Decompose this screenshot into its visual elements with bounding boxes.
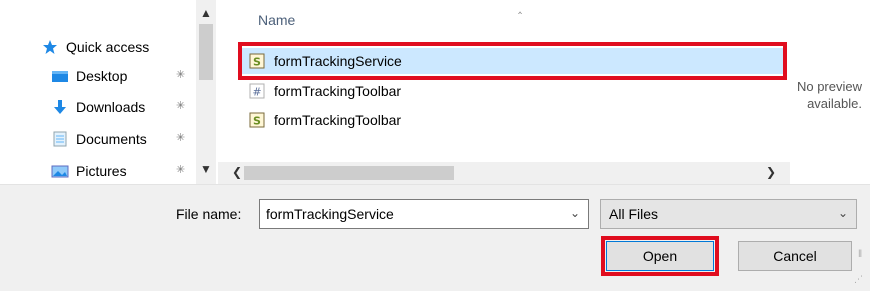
- desktop-folder-icon: [50, 68, 70, 84]
- open-button[interactable]: Open: [606, 241, 714, 271]
- download-arrow-icon: [50, 99, 70, 115]
- script-file-icon: S: [248, 52, 266, 70]
- scroll-down-icon[interactable]: ▼: [200, 162, 212, 176]
- cancel-button[interactable]: Cancel: [738, 241, 852, 271]
- preview-message-line1: No preview: [796, 79, 862, 94]
- nav-item-desktop[interactable]: Desktop: [50, 64, 127, 88]
- preview-message-line2: available.: [807, 96, 862, 111]
- pin-icon[interactable]: ✳: [176, 99, 185, 112]
- nav-item-label: Pictures: [76, 163, 127, 179]
- scroll-up-icon[interactable]: ▲: [200, 6, 212, 20]
- svg-text:S: S: [253, 115, 261, 128]
- file-name-input[interactable]: formTrackingService ⌄: [259, 199, 589, 229]
- pin-icon[interactable]: ✳: [176, 163, 185, 176]
- sort-caret-icon: ‸: [518, 0, 523, 14]
- navigation-pane: Quick access Desktop ✳ Downloads ✳ Docum…: [0, 0, 196, 184]
- column-header-name[interactable]: Name: [258, 12, 295, 28]
- scrollbar-thumb[interactable]: [199, 24, 213, 80]
- chevron-down-icon[interactable]: ⌄: [838, 206, 848, 220]
- scroll-left-icon[interactable]: ❮: [232, 165, 242, 179]
- file-type-filter-value: All Files: [609, 206, 659, 222]
- preview-pane: No preview available.: [790, 78, 870, 112]
- file-dialog-top: Quick access Desktop ✳ Downloads ✳ Docum…: [0, 0, 870, 184]
- file-name-value: formTrackingService: [266, 206, 394, 222]
- file-row[interactable]: # formTrackingToolbar: [238, 78, 783, 104]
- chevron-down-icon[interactable]: ⌄: [570, 206, 580, 220]
- nav-item-label: Downloads: [76, 99, 146, 115]
- scrollbar-thumb[interactable]: [244, 166, 454, 180]
- nav-item-pictures[interactable]: Pictures: [50, 159, 127, 183]
- svg-text:#: #: [252, 86, 261, 99]
- nav-item-quick-access[interactable]: Quick access: [40, 35, 149, 59]
- file-name: formTrackingService: [274, 53, 402, 69]
- hash-file-icon: #: [248, 82, 266, 100]
- pin-icon[interactable]: ✳: [176, 131, 185, 144]
- file-row[interactable]: S formTrackingService: [238, 48, 783, 74]
- file-list: ‸ Name S formTrackingService # formTrack…: [218, 0, 790, 184]
- script-file-icon: S: [248, 111, 266, 129]
- documents-icon: [50, 131, 70, 147]
- file-name: formTrackingToolbar: [274, 112, 402, 128]
- nav-item-documents[interactable]: Documents: [50, 127, 147, 151]
- pictures-icon: [50, 163, 70, 179]
- svg-text:S: S: [253, 56, 261, 69]
- nav-item-downloads[interactable]: Downloads: [50, 95, 145, 119]
- pin-icon[interactable]: ✳: [176, 68, 185, 81]
- file-list-horizontal-scrollbar[interactable]: ❮ ❯: [218, 162, 790, 184]
- file-name: formTrackingToolbar: [274, 83, 402, 99]
- file-name-label: File name:: [176, 206, 242, 222]
- file-row[interactable]: S formTrackingToolbar: [238, 107, 783, 133]
- file-type-filter-select[interactable]: All Files ⌄: [600, 199, 857, 229]
- nav-item-label: Documents: [76, 131, 147, 147]
- resize-edge-icon: ‖: [858, 249, 863, 260]
- scroll-right-icon[interactable]: ❯: [766, 165, 776, 179]
- resize-grip-icon[interactable]: ⋰: [854, 274, 864, 285]
- file-dialog-bottom: File name: formTrackingService ⌄ All Fil…: [0, 184, 870, 291]
- nav-item-label: Desktop: [76, 68, 128, 84]
- star-icon: [40, 39, 60, 55]
- nav-vertical-scrollbar[interactable]: ▲ ▼: [196, 0, 216, 184]
- nav-item-label: Quick access: [66, 39, 150, 55]
